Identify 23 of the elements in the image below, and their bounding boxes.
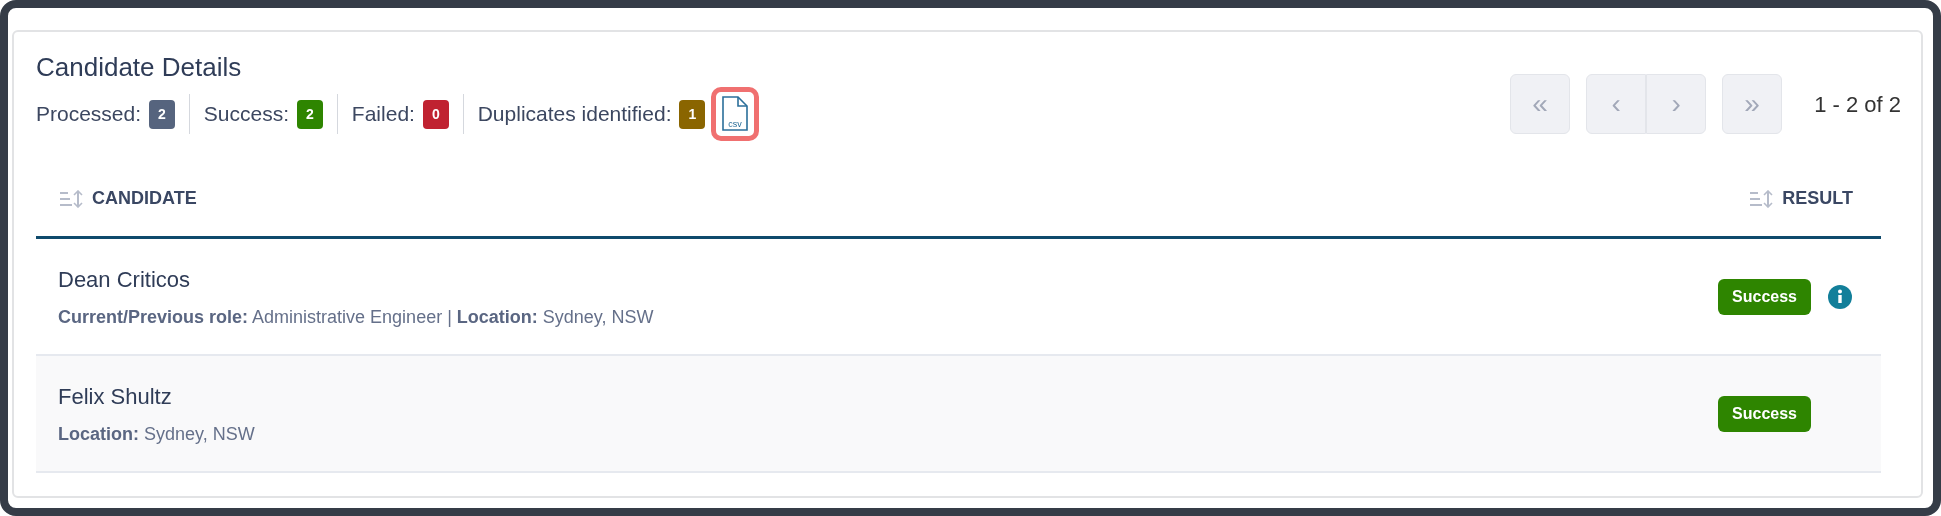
count-badge: 2: [297, 99, 323, 129]
stat-label: Success:: [203, 101, 290, 128]
candidate-name: Felix Shultz: [58, 382, 173, 411]
column-header: CANDIDATE: [92, 187, 197, 211]
sort-icon: [1748, 189, 1775, 208]
count-badge: 1: [679, 99, 706, 129]
page-range: 1 - 2 of 2: [1814, 90, 1901, 119]
column-header: RESULT: [1782, 187, 1853, 211]
card-title: Candidate Details: [36, 52, 243, 84]
csv-file-icon: csv: [720, 96, 751, 133]
info-icon[interactable]: [1827, 283, 1853, 310]
result-status: Success: [1718, 278, 1811, 315]
count-badge: 0: [422, 99, 449, 129]
csv-export-button[interactable]: csv: [711, 87, 760, 142]
candidate-details: Location: Sydney, NSW: [58, 422, 255, 446]
candidate-details: Current/Previous role: Administrative Engineer | Location: Sydney, NSW: [58, 305, 654, 329]
sort-icon: [58, 189, 84, 208]
stat-label: Processed:: [36, 101, 142, 128]
stat-label: Duplicates identified:: [477, 101, 672, 128]
stat-label: Failed:: [351, 101, 415, 128]
count-badge: 2: [149, 99, 175, 129]
candidate-name: Dean Criticos: [58, 265, 192, 294]
result-status: Success: [1718, 395, 1811, 432]
